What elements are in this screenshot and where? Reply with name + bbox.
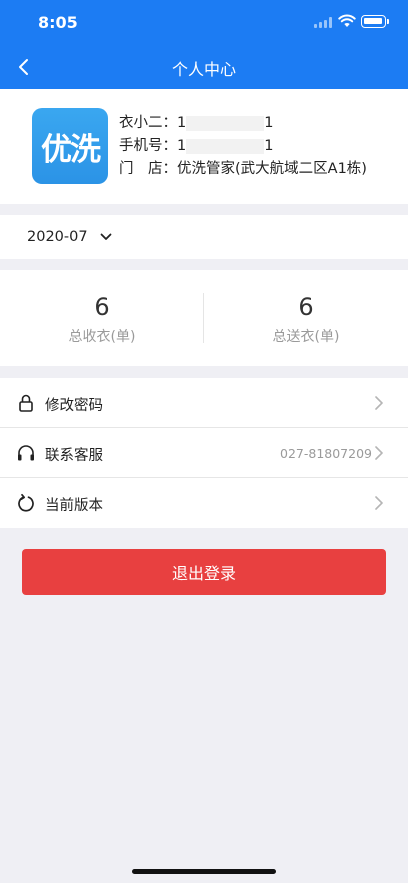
chevron-right-icon: [375, 446, 383, 460]
chevron-right-icon: [375, 396, 383, 410]
page-title: 个人中心: [171, 60, 236, 79]
battery-tip: [387, 19, 389, 24]
stat-value: 6: [298, 293, 314, 321]
signal-icon: [314, 16, 334, 28]
staff-prefix: 1: [177, 115, 187, 131]
refresh-icon: [18, 493, 34, 512]
chevron-right-icon: [375, 496, 383, 510]
stat-label: 总收衣(单): [68, 329, 136, 345]
store-label: 门 店：: [119, 161, 177, 177]
settings-menu: 修改密码 联系客服 027-81807209 当前版本: [0, 378, 408, 528]
battery-icon: [361, 15, 386, 28]
stat-value: 6: [94, 293, 110, 321]
chevron-down-icon: [100, 233, 112, 240]
stat-delivered: 6 总送衣(单): [204, 292, 408, 346]
wifi-icon: [338, 14, 356, 27]
profile-info: 衣小二：1 1 手机号：1 1 门 店：优洗管家(武大航域二区A1栋): [119, 112, 367, 181]
menu-label: 修改密码: [45, 398, 103, 414]
store-name: 优洗管家(武大航域二区A1栋): [177, 161, 367, 177]
stats-panel: 6 总收衣(单) 6 总送衣(单): [0, 270, 408, 366]
menu-item-current-version[interactable]: 当前版本: [0, 478, 408, 528]
staff-label: 衣小二：: [119, 115, 177, 131]
status-bar: 8:05: [0, 0, 408, 44]
date-value: 2020-07: [27, 229, 88, 245]
date-filter[interactable]: 2020-07: [0, 215, 408, 259]
headphones-icon: [18, 445, 34, 461]
menu-item-customer-service[interactable]: 联系客服 027-81807209: [0, 428, 408, 478]
redaction-mask: [186, 115, 265, 131]
phone-row: 手机号：1 1: [119, 135, 367, 158]
redaction-mask: [186, 138, 265, 154]
logout-button[interactable]: 退出登录: [22, 549, 386, 595]
phone-suffix: 1: [264, 138, 274, 154]
nav-bar: 个人中心: [0, 44, 408, 89]
profile-card: 优洗 衣小二：1 1 手机号：1 1 门 店：优洗管家(武大航域二区A1栋): [0, 89, 408, 204]
staff-row: 衣小二：1 1: [119, 112, 367, 135]
menu-label: 当前版本: [45, 498, 103, 514]
service-phone: 027-81807209: [280, 446, 372, 461]
store-row: 门 店：优洗管家(武大航域二区A1栋): [119, 158, 367, 181]
menu-item-change-password[interactable]: 修改密码: [0, 378, 408, 428]
status-time: 8:05: [38, 13, 78, 32]
header-bar: 8:05 个人中心: [0, 0, 408, 89]
store-logo: 优洗: [32, 108, 108, 184]
lock-icon: [19, 394, 33, 412]
menu-label: 联系客服: [45, 448, 103, 464]
staff-suffix: 1: [264, 115, 274, 131]
stat-label: 总送衣(单): [272, 329, 340, 345]
phone-prefix: 1: [177, 138, 187, 154]
phone-label: 手机号：: [119, 138, 177, 154]
home-indicator: [132, 869, 276, 874]
stat-received: 6 总收衣(单): [0, 292, 204, 346]
